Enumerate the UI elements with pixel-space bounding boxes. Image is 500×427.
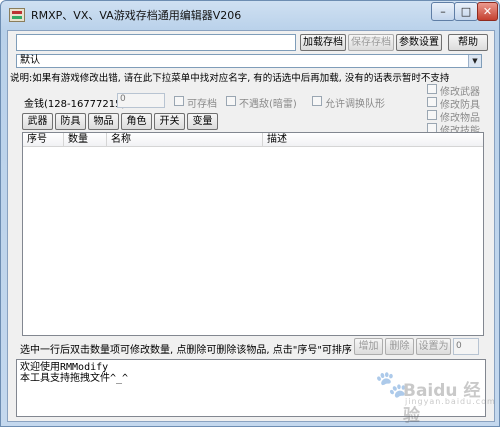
title-bar[interactable]: RMXP、VX、VA游戏存档通用编辑器V206 – □ ✕ (1, 1, 499, 29)
tab-actor[interactable]: 角色 (121, 113, 152, 130)
allow-party-checkbox[interactable] (312, 96, 322, 106)
window-title: RMXP、VX、VA游戏存档通用编辑器V206 (31, 9, 242, 22)
allow-party-label: 允许调换队形 (325, 99, 385, 110)
baidu-watermark: 🐾 Baidu 经验 jingyan.baidu.com (373, 370, 495, 426)
savable-checkbox[interactable] (174, 96, 184, 106)
load-save-button[interactable]: 加载存档 (300, 34, 346, 51)
no-encounter-label: 不遇敌(暗雷) (239, 99, 297, 110)
delete-button[interactable]: 删除 (385, 338, 414, 355)
tab-item[interactable]: 物品 (88, 113, 119, 130)
set-to-button[interactable]: 设置为 (416, 338, 451, 355)
savable-label: 可存档 (187, 99, 217, 110)
save-save-button[interactable]: 保存存档 (348, 34, 394, 51)
tab-switch[interactable]: 开关 (154, 113, 185, 130)
column-header-name[interactable]: 名称 (107, 133, 263, 147)
save-path-field[interactable] (16, 34, 296, 51)
instructions-text: 说明:如果有游戏修改出错, 请在此下拉菜单中找对应名字, 有的话选中后再加载, … (10, 73, 450, 84)
modify-item-checkbox[interactable] (427, 110, 437, 120)
column-header-quantity[interactable]: 数量 (64, 133, 107, 147)
close-button[interactable]: ✕ (477, 2, 498, 21)
tab-variable[interactable]: 变量 (187, 113, 218, 130)
set-value-input[interactable]: 0 (453, 338, 479, 355)
profile-selected-value: 默认 (20, 55, 40, 66)
status-hint: 选中一行后双击数量项可修改数量, 点删除可删除该物品, 点击"序号"可排序 (20, 345, 352, 356)
add-button[interactable]: 增加 (354, 338, 383, 355)
inventory-table[interactable]: 序号 数量 名称 描述 (22, 132, 484, 336)
modify-armor-checkbox[interactable] (427, 97, 437, 107)
column-header-description[interactable]: 描述 (263, 133, 483, 147)
tab-armor[interactable]: 防具 (55, 113, 86, 130)
gold-label: 金钱(128-16777215) (24, 99, 126, 110)
minimize-button[interactable]: – (431, 2, 455, 21)
maximize-button[interactable]: □ (454, 2, 478, 21)
app-icon (9, 8, 25, 22)
modify-weapon-checkbox[interactable] (427, 84, 437, 94)
game-profile-select[interactable]: 默认 ▼ (16, 54, 482, 68)
watermark-url: jingyan.baidu.com (405, 397, 496, 406)
chevron-down-icon[interactable]: ▼ (468, 55, 481, 67)
tab-weapon[interactable]: 武器 (22, 113, 53, 130)
column-header-index[interactable]: 序号 (23, 133, 64, 147)
help-button[interactable]: 帮助 (448, 34, 488, 51)
editor-window: RMXP、VX、VA游戏存档通用编辑器V206 – □ ✕ 加载存档 保存存档 … (0, 0, 500, 427)
client-area: 加载存档 保存存档 参数设置 帮助 默认 ▼ 说明:如果有游戏修改出错, 请在此… (7, 30, 495, 422)
table-header: 序号 数量 名称 描述 (23, 133, 483, 147)
no-encounter-checkbox[interactable] (226, 96, 236, 106)
gold-input[interactable]: 0 (117, 93, 165, 108)
settings-button[interactable]: 参数设置 (396, 34, 442, 51)
